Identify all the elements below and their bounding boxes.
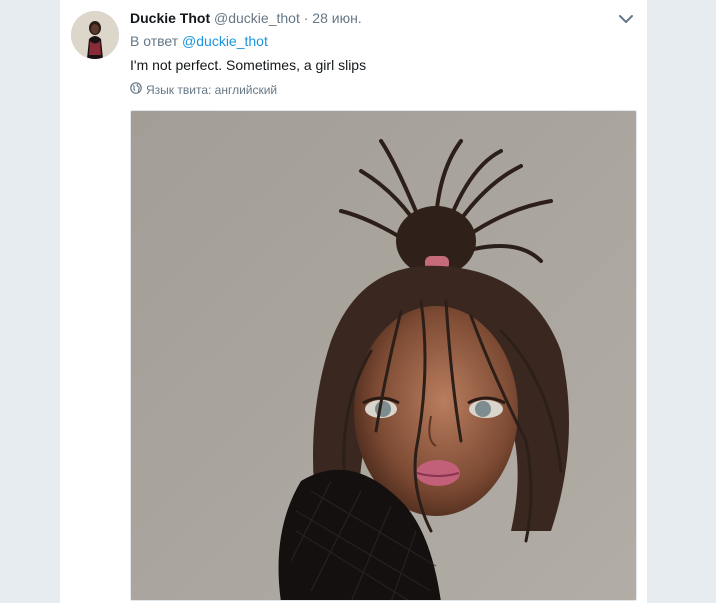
separator: · [303,10,309,26]
reply-context: В ответ @duckie_thot [130,32,268,50]
tweet-header: Duckie Thot @duckie_thot · 28 июн. [130,9,362,27]
tweet-text: I'm not perfect. Sometimes, a girl slips [130,57,367,73]
language-label: Язык твита: английский [146,83,278,97]
tweet-image[interactable] [130,110,637,601]
tweet-card: Duckie Thot @duckie_thot · 28 июн. В отв… [60,0,647,603]
chevron-down-icon[interactable] [617,11,635,27]
author-handle[interactable]: @duckie_thot [214,10,300,26]
author-name[interactable]: Duckie Thot [130,10,210,26]
globe-icon [130,82,142,98]
avatar[interactable] [71,11,119,59]
tweet-date[interactable]: 28 июн. [312,10,361,26]
tweet-language[interactable]: Язык твита: английский [130,82,277,98]
reply-prefix: В ответ [130,33,179,49]
reply-handle-link[interactable]: @duckie_thot [182,33,268,49]
